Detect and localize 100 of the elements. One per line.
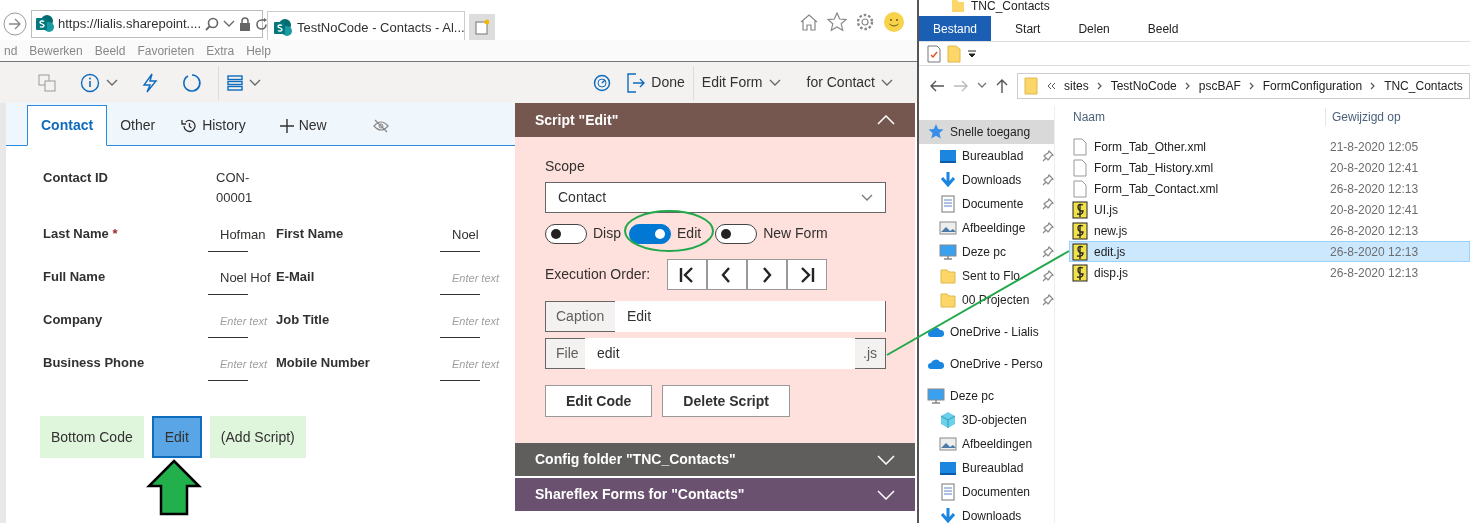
caption-field[interactable]: Edit xyxy=(615,301,886,332)
form-tab[interactable]: Contact xyxy=(27,105,108,146)
file-name: edit.js xyxy=(1094,243,1126,261)
script-file-icon xyxy=(1072,242,1088,261)
action-button[interactable]: Edit Code xyxy=(545,385,653,417)
menu-item[interactable]: Bewerken xyxy=(25,41,91,60)
file-name-field[interactable]: edit xyxy=(585,338,855,369)
file-row[interactable]: Form_Tab_Contact.xml 26-8-2020 12:13 xyxy=(1069,178,1470,199)
search-icon xyxy=(205,17,220,31)
panel-header[interactable]: Script "Edit" xyxy=(515,103,915,137)
input-field[interactable]: Enter text xyxy=(440,353,506,374)
form-tab[interactable]: History xyxy=(168,105,259,146)
settings-icon[interactable] xyxy=(855,12,875,32)
nav-item[interactable]: Documenten xyxy=(919,480,1054,504)
nav-item[interactable]: Deze pc xyxy=(919,240,1054,264)
section-header[interactable]: Config folder "TNC_Contacts" xyxy=(515,443,915,478)
file-row[interactable]: UI.js 20-8-2020 12:41 xyxy=(1069,199,1470,220)
nav-item[interactable]: Documente xyxy=(919,192,1054,216)
properties-icon[interactable] xyxy=(927,44,941,63)
section-header[interactable]: Shareflex Forms for "Contacts" xyxy=(515,478,915,513)
toolbar-dropdown-button[interactable]: Edit Form xyxy=(692,65,789,100)
smiley-icon[interactable] xyxy=(883,11,905,33)
menu-item[interactable]: nd xyxy=(0,41,26,60)
pictures-icon xyxy=(939,219,957,237)
form-tab[interactable]: New xyxy=(266,105,340,146)
back-arrow-icon[interactable] xyxy=(929,79,945,93)
home-icon[interactable] xyxy=(799,13,819,31)
ribbon-tab[interactable]: Beeld xyxy=(1133,16,1193,41)
file-row[interactable]: Form_Tab_Other.xml 21-8-2020 12:05 xyxy=(1069,136,1470,157)
back-button[interactable] xyxy=(3,12,27,36)
recent-caret-icon[interactable] xyxy=(977,82,987,90)
move-down-button[interactable] xyxy=(747,259,787,290)
overflow-chevron-icon[interactable] xyxy=(1046,82,1056,90)
field-label: Mobile Number xyxy=(276,354,371,372)
ribbon-tab[interactable]: Start xyxy=(1001,16,1055,41)
customize-caret-icon[interactable] xyxy=(967,48,977,59)
lock-icon xyxy=(239,17,252,31)
toggle-switch[interactable] xyxy=(629,223,671,244)
nav-item[interactable]: OneDrive - Lialis xyxy=(919,320,1054,344)
ribbon-tab[interactable]: Bestand xyxy=(919,16,992,41)
exit-icon xyxy=(627,72,646,93)
input-field[interactable]: Noel Hof xyxy=(208,267,274,288)
nav-item[interactable]: Snelle toegang xyxy=(919,120,1054,144)
input-field[interactable]: Enter text xyxy=(440,267,506,288)
nav-item[interactable]: Downloads xyxy=(919,504,1054,523)
menu-item[interactable]: Beeld xyxy=(90,41,134,60)
breadcrumb-item[interactable]: FormConfiguration xyxy=(1262,77,1363,95)
action-button[interactable]: Delete Script xyxy=(662,385,790,417)
menu-item[interactable]: Favorieten xyxy=(133,41,203,60)
file-row[interactable]: disp.js 26-8-2020 12:13 xyxy=(1069,262,1470,283)
script-button[interactable]: Edit xyxy=(151,416,202,458)
toggle-switch[interactable] xyxy=(715,223,758,244)
move-up-button[interactable] xyxy=(707,259,747,290)
pin-icon xyxy=(1042,246,1054,258)
nav-item[interactable]: 3D-objecten xyxy=(919,408,1054,432)
input-field[interactable]: Enter text xyxy=(208,353,274,374)
file-row[interactable]: edit.js 26-8-2020 12:13 xyxy=(1069,241,1470,262)
field-label: Job Title xyxy=(276,311,331,329)
column-header[interactable]: Naam xyxy=(1069,108,1325,126)
menu-item[interactable]: Extra xyxy=(202,41,243,60)
script-button[interactable]: (Add Script) xyxy=(209,416,306,458)
breadcrumb-item[interactable]: TestNoCode xyxy=(1110,77,1177,95)
nav-item[interactable]: Sent to Flo xyxy=(919,264,1054,288)
nav-item[interactable]: Bureaublad xyxy=(919,456,1054,480)
move-last-button[interactable] xyxy=(787,259,827,290)
form-tab[interactable]: Other xyxy=(107,105,169,146)
file-row[interactable]: new.js 26-8-2020 12:13 xyxy=(1069,220,1470,241)
file-row[interactable]: Form_Tab_History.xml 20-8-2020 12:41 xyxy=(1069,157,1470,178)
nav-item[interactable]: Afbeeldingen xyxy=(919,432,1054,456)
nav-item[interactable]: 00 Projecten xyxy=(919,288,1054,312)
toolbar-dropdown-button[interactable]: for Contact xyxy=(798,65,901,100)
menu-item[interactable]: Help xyxy=(242,41,279,60)
nav-item[interactable]: Bureaublad xyxy=(919,144,1054,168)
chevron-down-icon xyxy=(877,489,895,500)
nav-label: Documenten xyxy=(962,484,1032,501)
toolbar-done-button[interactable]: Done xyxy=(619,65,693,100)
ribbon-tab[interactable]: Delen xyxy=(1064,16,1124,41)
scope-dropdown[interactable]: Contact xyxy=(545,182,886,213)
nav-item[interactable]: Deze pc xyxy=(919,384,1054,408)
script-button[interactable]: Bottom Code xyxy=(40,416,144,458)
breadcrumb-item[interactable]: TNC_Contacts xyxy=(1384,77,1463,95)
input-field[interactable]: Enter text xyxy=(208,310,274,331)
folder-icon xyxy=(951,0,965,12)
nav-item[interactable]: OneDrive - Perso xyxy=(919,352,1054,376)
nav-label: OneDrive - Lialis xyxy=(950,324,1040,341)
star-icon[interactable] xyxy=(827,12,847,32)
document-icon xyxy=(1072,158,1088,177)
move-first-button[interactable] xyxy=(667,259,707,290)
input-field[interactable]: Noel xyxy=(440,224,506,245)
nav-item[interactable]: Afbeeldinge xyxy=(919,216,1054,240)
up-arrow-icon[interactable] xyxy=(995,78,1009,94)
column-header[interactable]: Gewijzigd op xyxy=(1325,108,1401,126)
nav-item[interactable]: Downloads xyxy=(919,168,1054,192)
caret-icon xyxy=(768,78,781,87)
list-icon xyxy=(227,74,243,91)
breadcrumb-item[interactable]: sites xyxy=(1064,77,1089,95)
input-field[interactable]: Enter text xyxy=(440,310,506,331)
breadcrumb-item[interactable]: pscBAF xyxy=(1198,77,1241,95)
toggle-switch[interactable] xyxy=(545,223,587,244)
input-field[interactable]: Hofman xyxy=(208,224,274,245)
